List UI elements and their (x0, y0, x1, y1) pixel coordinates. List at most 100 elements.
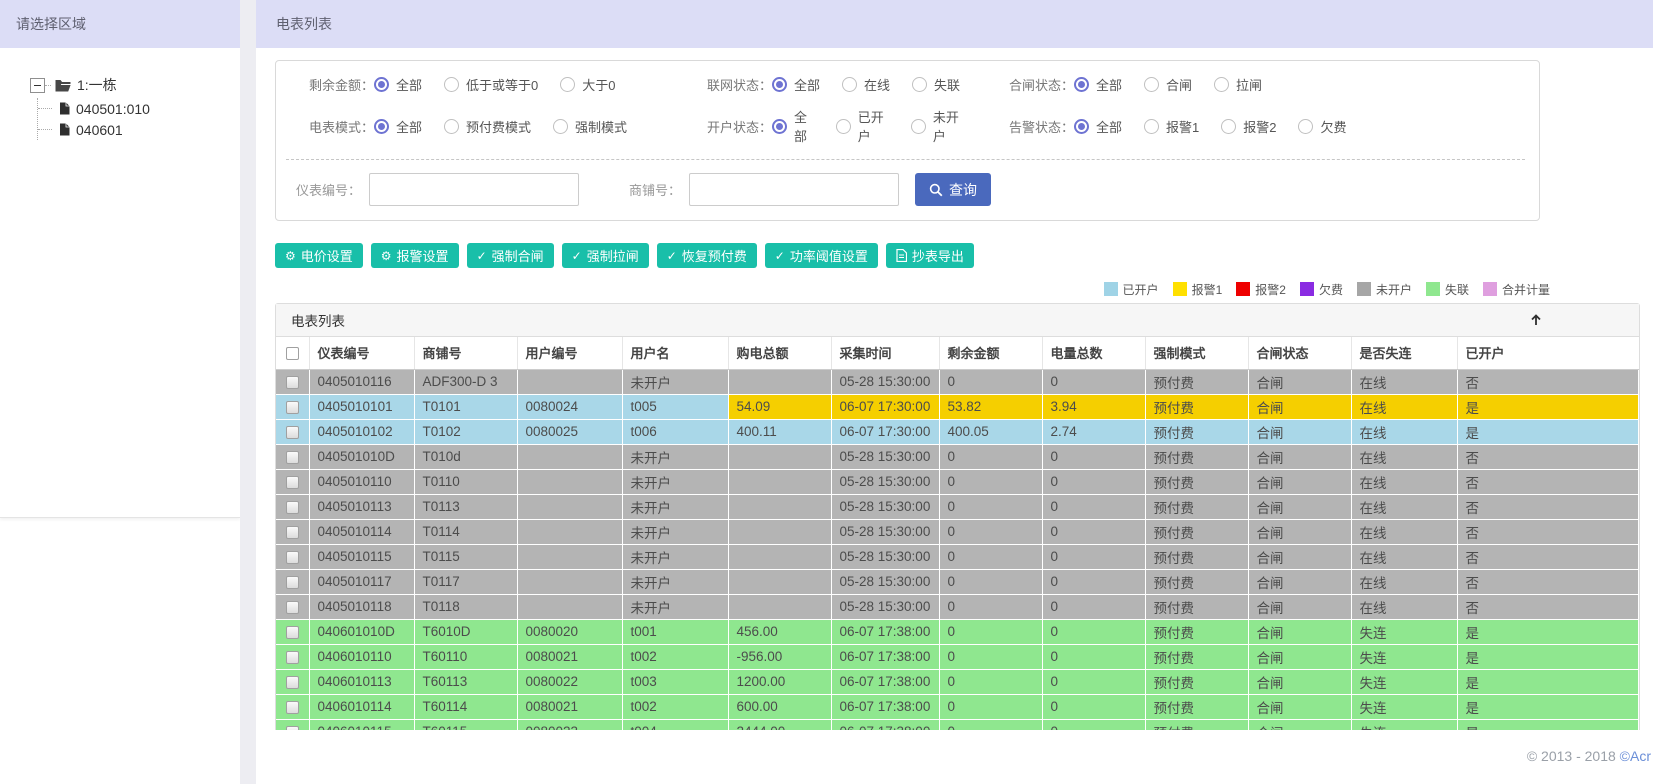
table-cell: 合闸 (1248, 644, 1352, 670)
restore-prepaid-button[interactable]: ✓ 恢复预付费 (656, 243, 757, 268)
row-checkbox[interactable] (285, 525, 299, 539)
row-checkbox[interactable] (285, 625, 299, 639)
force-open-gate-button[interactable]: ✓ 强制拉闸 (561, 243, 649, 268)
radio-meter-mode-0[interactable]: 全部 (374, 117, 422, 136)
tree-connector (38, 129, 52, 130)
table-row: 0406010115T601150080023t0042444.0006-07 … (276, 719, 1639, 730)
table-cell: 06-07 17:30:00 (831, 419, 940, 445)
page-title: 电表列表 (256, 0, 1653, 48)
radio-remaining-amount-0[interactable]: 全部 (374, 75, 422, 94)
radio-alarm-status-3[interactable]: 欠费 (1298, 117, 1347, 136)
table-cell: 合闸 (1248, 444, 1352, 470)
radio-gate-status-1[interactable]: 合闸 (1144, 75, 1192, 94)
row-checkbox[interactable] (285, 575, 299, 589)
legend-swatch (1236, 282, 1251, 296)
row-checkbox[interactable] (285, 675, 299, 689)
table-cell: 预付费 (1145, 494, 1249, 520)
radio-alarm-status-2[interactable]: 报警2 (1221, 117, 1276, 136)
table-cell: 0080024 (517, 394, 623, 420)
action-button-label: 强制拉闸 (586, 249, 639, 264)
table-cell: 合闸 (1248, 619, 1352, 645)
row-checkbox[interactable] (285, 650, 299, 664)
table-cell: t003 (622, 669, 729, 695)
meter-export-button[interactable]: 抄表导出 (885, 243, 974, 268)
table-cell: 预付费 (1145, 619, 1249, 645)
row-checkbox[interactable] (285, 550, 299, 564)
table-cell: 0 (1042, 669, 1146, 695)
legend-item: 报警2 (1236, 281, 1286, 298)
row-checkbox[interactable] (285, 375, 299, 389)
table-cell (517, 494, 623, 520)
search-button[interactable]: 查询 (915, 173, 992, 206)
alarm-settings-button[interactable]: ⚙ 报警设置 (370, 243, 459, 268)
table-cell (517, 544, 623, 570)
table-cell: 0 (1042, 644, 1146, 670)
tree-collapse-icon[interactable] (30, 77, 45, 93)
meter-no-input[interactable] (369, 173, 580, 206)
legend-item: 失联 (1425, 281, 1469, 298)
table-cell: ADF300-D 3 (414, 369, 518, 395)
force-close-gate-button[interactable]: ✓ 强制合闸 (466, 243, 554, 268)
column-header: 用户名 (622, 337, 729, 370)
shop-no-input[interactable] (689, 173, 900, 206)
radio-account-status-0[interactable]: 全部 (772, 107, 814, 145)
radio-selected-icon (1074, 77, 1089, 92)
power-threshold-settings-button[interactable]: ✓ 功率阈值设置 (764, 243, 878, 268)
table-cell: 0405010117 (309, 569, 415, 595)
table-cell: 在线 (1351, 419, 1458, 445)
row-checkbox[interactable] (285, 425, 299, 439)
collapse-arrow-up-icon[interactable] (1529, 313, 1543, 327)
file-icon (59, 102, 70, 115)
row-checkbox[interactable] (285, 725, 299, 730)
radio-selected-icon (374, 77, 389, 92)
table-cell: 0 (939, 544, 1043, 570)
table-cell: 在线 (1351, 444, 1458, 470)
brand-link[interactable]: ©Acr (1620, 748, 1651, 764)
legend-item: 已开户 (1103, 281, 1159, 298)
radio-network-status-1[interactable]: 在线 (842, 75, 890, 94)
dashed-separator (286, 159, 1525, 160)
radio-remaining-amount-2[interactable]: 大于0 (560, 75, 615, 94)
sidebar-divider (240, 0, 256, 784)
radio-alarm-status-0[interactable]: 全部 (1074, 117, 1122, 136)
tree-leaf[interactable]: 040601 (38, 119, 240, 140)
table-cell (728, 544, 832, 570)
table-cell: 0080021 (517, 644, 623, 670)
row-checkbox[interactable] (285, 700, 299, 714)
column-header: 仪表编号 (309, 337, 415, 370)
radio-account-status-1[interactable]: 已开户 (835, 107, 889, 145)
row-checkbox[interactable] (285, 450, 299, 464)
table-cell: 未开户 (622, 494, 729, 520)
radio-remaining-amount-1[interactable]: 低于或等于0 (444, 75, 538, 94)
row-checkbox[interactable] (285, 500, 299, 514)
column-header: 商铺号 (414, 337, 518, 370)
radio-network-status-0[interactable]: 全部 (772, 75, 820, 94)
tree-leaf[interactable]: 040501:010 (38, 98, 240, 119)
tree-node-building[interactable]: 1:一栋 (30, 74, 240, 96)
radio-network-status-2[interactable]: 失联 (912, 75, 960, 94)
panel-header: 电表列表 (276, 304, 1639, 337)
table-cell: 否 (1457, 569, 1639, 595)
radio-alarm-status-1[interactable]: 报警1 (1144, 117, 1199, 136)
action-button-label: 功率阈值设置 (789, 249, 868, 264)
table-row: 0405010110 T0110 未开户 05-28 15:30:00 0 0 预付费 合闸在… (276, 469, 1639, 495)
action-button-label: 抄表导出 (911, 249, 964, 264)
table-cell: 失连 (1351, 619, 1458, 645)
radio-gate-status-2[interactable]: 拉闸 (1214, 75, 1262, 94)
action-button-label: 恢复预付费 (681, 249, 747, 264)
row-checkbox[interactable] (285, 475, 299, 489)
radio-option-label: 已开户 (857, 110, 884, 144)
price-settings-button[interactable]: ⚙ 电价设置 (275, 243, 363, 268)
radio-gate-status-0[interactable]: 全部 (1074, 75, 1122, 94)
radio-option-label: 未开户 (932, 110, 959, 144)
table-cell: 05-28 15:30:00 (831, 469, 940, 495)
radio-account-status-2[interactable]: 未开户 (910, 107, 964, 145)
table-cell: 0 (939, 694, 1043, 720)
select-all-checkbox[interactable] (285, 347, 299, 361)
row-checkbox[interactable] (285, 400, 299, 414)
row-checkbox[interactable] (285, 600, 299, 614)
radio-meter-mode-2[interactable]: 强制模式 (553, 117, 627, 136)
radio-option-label: 在线 (864, 78, 891, 93)
radio-meter-mode-1[interactable]: 预付费模式 (444, 117, 531, 136)
radio-option-label: 拉闸 (1236, 78, 1263, 93)
